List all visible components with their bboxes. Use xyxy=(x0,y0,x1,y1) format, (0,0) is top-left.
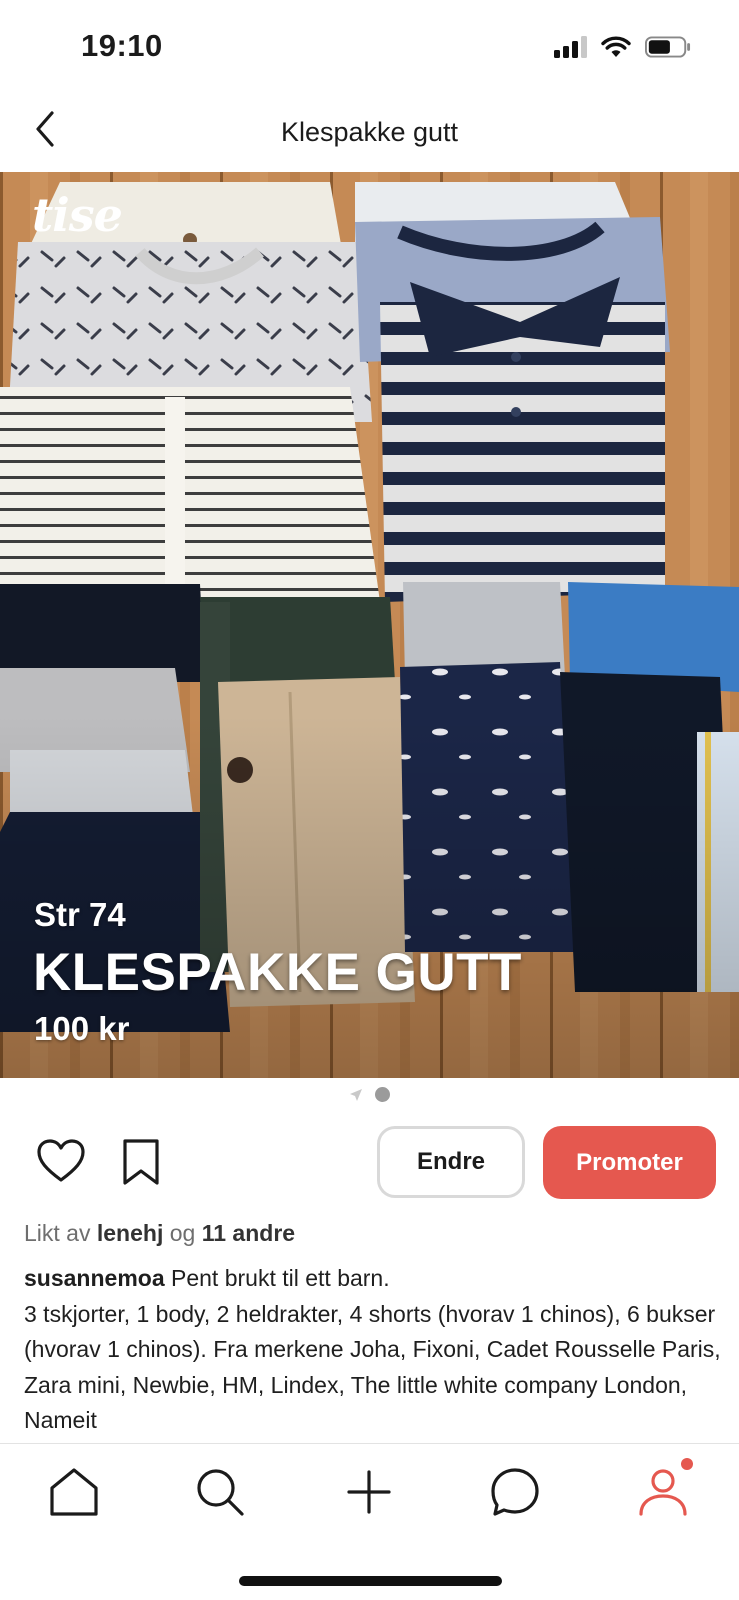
bottom-nav-divider xyxy=(0,1443,739,1444)
action-row: Endre Promoter xyxy=(0,1126,739,1202)
status-icons xyxy=(554,36,691,58)
product-image[interactable]: tise Str 74 KLESPAKKE GUTT 100 kr xyxy=(0,172,739,1078)
author-username[interactable]: susannemoa xyxy=(24,1265,165,1291)
likes-summary[interactable]: Likt av lenehj og 11 andre xyxy=(24,1220,295,1247)
heart-icon[interactable] xyxy=(36,1138,86,1184)
overlay-size: Str 74 xyxy=(34,896,126,933)
promote-button[interactable]: Promoter xyxy=(543,1126,716,1199)
add-icon[interactable] xyxy=(341,1464,397,1520)
overlay-title: KLESPAKKE GUTT xyxy=(33,943,522,1002)
bookmark-icon[interactable] xyxy=(120,1137,162,1187)
likes-joiner: og xyxy=(169,1220,196,1246)
tise-watermark-text: tise xyxy=(32,188,123,242)
search-icon[interactable] xyxy=(192,1464,248,1520)
overlay-price: 100 kr xyxy=(34,1010,130,1047)
home-icon[interactable] xyxy=(46,1464,102,1520)
page-title: Klespakke gutt xyxy=(280,117,459,147)
likes-user[interactable]: lenehj xyxy=(97,1220,163,1246)
wifi-icon xyxy=(601,36,631,57)
notification-badge xyxy=(681,1458,693,1470)
pager-dot-active[interactable] xyxy=(375,1087,390,1102)
battery-icon xyxy=(645,36,691,58)
likes-prefix: Likt av xyxy=(24,1220,91,1246)
cellular-signal-icon xyxy=(554,36,587,58)
status-bar: 19:10 xyxy=(0,0,739,95)
profile-tab[interactable] xyxy=(635,1458,693,1520)
location-arrow-icon xyxy=(350,1088,362,1101)
image-pager xyxy=(0,1087,739,1102)
profile-icon xyxy=(639,1469,687,1516)
tise-watermark-logo: tise xyxy=(32,188,123,242)
nav-header: Klespakke gutt xyxy=(0,95,739,172)
edit-button[interactable]: Endre xyxy=(377,1126,525,1198)
home-indicator[interactable] xyxy=(239,1576,502,1586)
bottom-nav xyxy=(0,1458,739,1530)
likes-others[interactable]: 11 andre xyxy=(202,1220,295,1246)
status-time: 19:10 xyxy=(81,28,163,63)
chat-icon[interactable] xyxy=(487,1464,543,1520)
listing-description: susannemoa Pent brukt til ett barn. 3 ts… xyxy=(24,1261,724,1439)
product-page: 19:10 Klespakke gutt tise Str 74 KLESPAK… xyxy=(0,0,739,1600)
